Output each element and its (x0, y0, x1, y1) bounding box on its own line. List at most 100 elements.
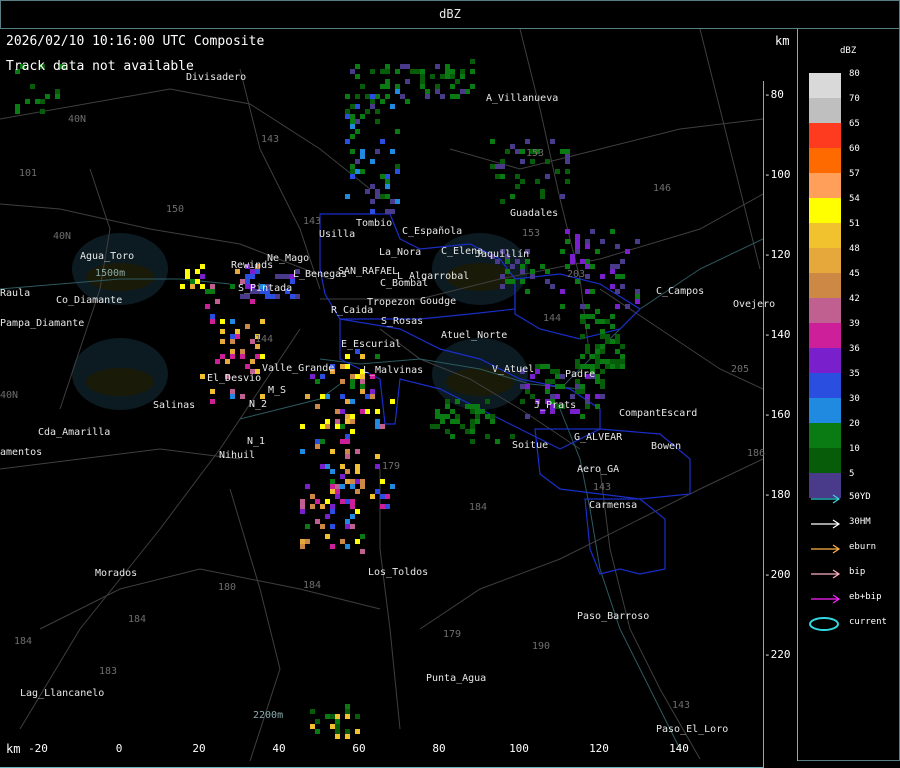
place-label-g-alvear: G_ALVEAR (574, 432, 623, 443)
route-number: 184 (128, 614, 147, 625)
radar-map[interactable] (0, 29, 797, 768)
place-label-divisadero: Divisadero (186, 72, 247, 83)
y-tick-label: -180 (764, 488, 791, 501)
place-label-c-espanola: C_Española (402, 226, 463, 237)
x-tick-label: 40 (272, 742, 286, 755)
place-label-punta-agua: Punta_Agua (426, 673, 487, 684)
place-label-pampa-diamante: Pampa_Diamante (0, 318, 85, 329)
x-tick-label: 140 (669, 742, 689, 755)
legend-swatch (809, 173, 841, 198)
place-label-paso-el-loro: Paso_El_Loro (656, 724, 729, 735)
elevation-label: 1500m (95, 268, 126, 279)
place-label-l-benegas: L_Benegas (293, 269, 348, 280)
legend-swatch (809, 373, 841, 398)
legend-value: 65 (849, 119, 860, 129)
route-number: 203 (567, 269, 586, 280)
x-tick-label: 100 (509, 742, 529, 755)
place-label-lag-llancanelo: Lag_Llancanelo (20, 688, 105, 699)
route-number: 144 (543, 313, 562, 324)
x-tick-label: -20 (28, 742, 48, 755)
radar-echo-pixel (430, 74, 435, 79)
route-number: 143 (593, 482, 612, 493)
route-number: 186 (747, 448, 766, 459)
legend-value: 39 (849, 319, 860, 329)
legend-swatch (809, 123, 841, 148)
legend-swatch (809, 398, 841, 423)
place-label-el-desvio: El_Desvio (207, 373, 262, 384)
y-tick-label: -120 (764, 248, 791, 261)
place-label-carmensa: Carmensa (589, 500, 638, 511)
legend-swatch (809, 423, 841, 448)
track-legend-label: current (849, 617, 887, 627)
radar-echo-pixel (410, 69, 415, 74)
route-number: 184 (469, 502, 488, 513)
legend-value: 60 (849, 144, 860, 154)
place-label-amentos: amentos (0, 447, 43, 458)
radar-echo-pixel (450, 69, 455, 74)
route-number: 40N (53, 231, 72, 242)
route-number: 101 (19, 168, 38, 179)
legend-title: dBZ (840, 46, 857, 56)
route-number: 205 (731, 364, 750, 375)
route-number: 179 (443, 629, 462, 640)
place-label-aero-ga: Aero_GA (577, 464, 620, 475)
legend-value: 20 (849, 419, 860, 429)
radar-echo-pixel (445, 74, 450, 79)
legend-value: 35 (849, 369, 860, 379)
place-label-m-s: M_S (268, 385, 287, 396)
legend-value: 10 (849, 444, 860, 454)
radar-echo-pixel (395, 69, 400, 74)
window-title: dBZ (0, 0, 900, 29)
place-label-e-escurial: E_Escurial (341, 339, 402, 350)
x-tick-label: 60 (352, 742, 366, 755)
radar-echo-pixel (400, 64, 405, 69)
plot-border (0, 81, 764, 768)
radar-echo-pixel (470, 59, 475, 64)
track-legend-bip: bip (809, 567, 899, 581)
radar-echo-pixel (460, 74, 465, 79)
place-label-paso-barroso: Paso_Barroso (577, 611, 650, 622)
radar-echo-pixel (405, 64, 410, 69)
place-label-tombio: Tombio (356, 218, 393, 229)
legend-swatch (809, 148, 841, 173)
route-number: 183 (99, 666, 118, 677)
legend-swatch (809, 273, 841, 298)
place-label-usilla: Usilla (319, 229, 356, 240)
legend-value: 54 (849, 194, 860, 204)
track-legend-label: 50YD (849, 492, 871, 502)
legend-value: 30 (849, 394, 860, 404)
legend-value: 36 (849, 344, 860, 354)
legend-swatch (809, 98, 841, 123)
track-status-label: Track data not available (6, 59, 194, 74)
place-label-n-2: N_2 (249, 399, 268, 410)
route-number: 184 (303, 580, 322, 591)
legend-value: 57 (849, 169, 860, 179)
place-label-r-caida: R_Caida (331, 305, 374, 316)
place-label-n-1: N_1 (247, 436, 266, 447)
route-number: 40N (0, 390, 19, 401)
legend-swatch (809, 198, 841, 223)
radar-echo-pixel (355, 64, 360, 69)
route-number: 180 (218, 582, 237, 593)
y-tick-label: -80 (764, 88, 784, 101)
elevation-label: 2200m (253, 710, 284, 721)
route-number: 184 (14, 636, 33, 647)
route-number: 153 (522, 228, 541, 239)
arrow-icon (811, 494, 841, 504)
place-label-padre: Padre (565, 369, 596, 380)
y-tick-label: -160 (764, 408, 791, 421)
place-label-c-campos: C_Campos (656, 286, 705, 297)
track-legend-label: eburn (849, 542, 877, 552)
route-number: 144 (255, 334, 274, 345)
place-label-los-toldos: Los_Toldos (368, 567, 429, 578)
legend-value: 45 (849, 269, 860, 279)
route-number: 40N (68, 114, 87, 125)
y-tick-label: -100 (764, 168, 791, 181)
place-label-goudge: Goudge (420, 296, 457, 307)
legend-value: 51 (849, 219, 860, 229)
place-label-cda-amarilla: Cda_Amarilla (38, 427, 111, 438)
arrow-icon (811, 544, 841, 554)
radar-echo-pixel (420, 74, 425, 79)
radar-echo-pixel (460, 69, 465, 74)
legend-swatch (809, 73, 841, 98)
